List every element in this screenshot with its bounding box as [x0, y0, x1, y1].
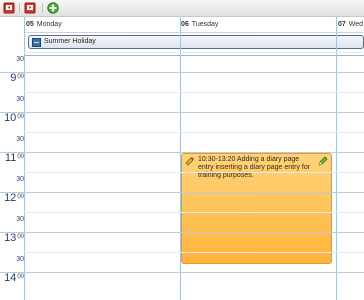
- holiday-icon: [32, 38, 41, 47]
- grid-line: [24, 152, 364, 153]
- calendar-back-icon[interactable]: [3, 2, 15, 14]
- all-day-event-title: Summer Holiday: [44, 38, 96, 45]
- hour-label: 1300: [4, 232, 24, 244]
- half-hour-label: 30: [16, 216, 24, 223]
- half-hour-label: 30: [16, 176, 24, 183]
- grid-line: [24, 92, 364, 93]
- calendar-event[interactable]: 10:30-13:20 Adding a diary page entry in…: [181, 153, 332, 264]
- grid-line: [24, 172, 364, 173]
- day-number: 07: [338, 21, 346, 28]
- grid-line: [24, 252, 364, 253]
- grid-line: [24, 232, 364, 233]
- grid-line: [24, 132, 364, 133]
- day-name: Tuesday: [191, 21, 219, 28]
- diary-entry-icon: [185, 156, 195, 166]
- grid-line: [24, 112, 364, 113]
- grid-line: [24, 192, 364, 193]
- half-hour-label: 30: [16, 96, 24, 103]
- day-number: 05: [26, 21, 34, 28]
- day-header-monday[interactable]: 05 Monday: [26, 17, 62, 32]
- gutter-divider: [24, 17, 25, 300]
- event-text: 10:30-13:20 Adding a diary page entry in…: [198, 156, 311, 179]
- day-header-wednesday[interactable]: 07 Wed: [338, 17, 363, 32]
- hour-label: 1400: [4, 272, 24, 284]
- add-icon[interactable]: [47, 2, 59, 14]
- grid-line: [24, 272, 364, 273]
- hour-label: 1100: [4, 152, 24, 164]
- toolbar: [0, 0, 364, 17]
- grid-line: [24, 52, 364, 53]
- day-header-tuesday[interactable]: 06 Tuesday: [181, 17, 218, 32]
- day-number: 06: [181, 21, 189, 28]
- half-hour-label: 30: [16, 256, 24, 263]
- column-divider: [336, 17, 337, 300]
- hour-label: 1000: [4, 112, 24, 124]
- half-hour-label: 30: [16, 56, 24, 63]
- half-hour-label: 30: [16, 136, 24, 143]
- all-day-event[interactable]: Summer Holiday: [28, 35, 364, 49]
- grid-line: [24, 212, 364, 213]
- grid-line: [24, 72, 364, 73]
- hour-label: 1200: [4, 192, 24, 204]
- day-name: Monday: [36, 21, 62, 28]
- edit-pencil-icon[interactable]: [318, 156, 328, 166]
- hour-label: 900: [10, 72, 24, 84]
- calendar-forward-icon[interactable]: [24, 2, 36, 14]
- day-name: Wed: [348, 21, 364, 28]
